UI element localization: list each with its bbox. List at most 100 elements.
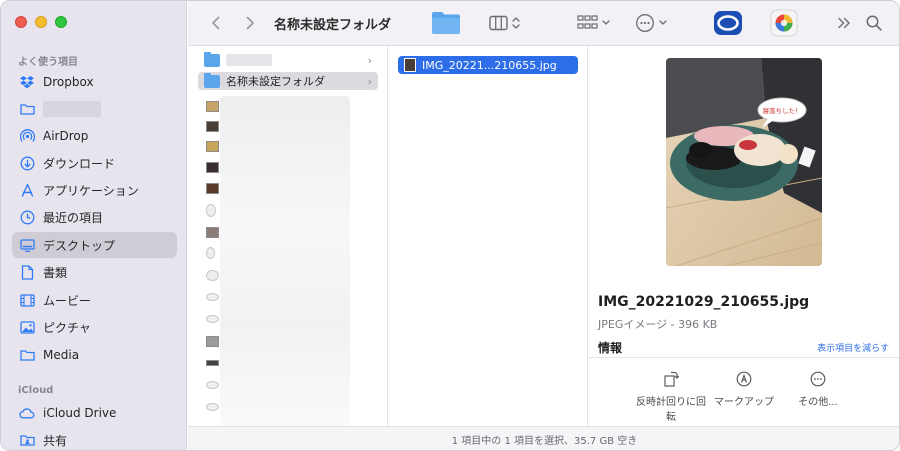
list-item[interactable] (198, 266, 378, 284)
list-item[interactable] (198, 288, 378, 306)
forward-chevron-icon[interactable] (240, 11, 260, 35)
list-item[interactable] (198, 332, 378, 350)
file-thumbnail-icon (206, 226, 219, 238)
file-thumbnail-icon (206, 315, 219, 323)
close-button[interactable] (15, 16, 27, 28)
sidebar-item-media[interactable]: Media (12, 342, 177, 368)
overflow-chevrons-icon[interactable] (834, 11, 854, 35)
list-item-label: IMG_20221...210655.jpg (422, 58, 557, 72)
sidebar-item-label: Dropbox (43, 75, 94, 89)
search-icon[interactable] (864, 11, 884, 35)
app-extension-icon[interactable] (712, 11, 744, 35)
info-header: 情報 (598, 341, 623, 355)
sidebar-item-label: iCloud Drive (43, 406, 117, 420)
toolbar: 名称未設定フォルダ (188, 1, 899, 46)
sidebar-item-shared[interactable]: 共有 (12, 427, 177, 450)
sidebar-item-desktop[interactable]: デスクトップ (12, 232, 177, 258)
folder-icon (204, 72, 220, 88)
preview-file-meta: JPEGイメージ - 396 KB (598, 318, 718, 331)
list-item[interactable] (198, 117, 378, 135)
sidebar-item-label: ピクチャ (43, 320, 91, 335)
rotate-left-icon (663, 371, 679, 387)
favorites-header: よく使う項目 (18, 57, 78, 68)
divider (588, 357, 899, 358)
show-less-link[interactable]: 表示項目を減らす (817, 341, 889, 354)
photo-icon (19, 319, 35, 335)
list-item[interactable] (198, 310, 378, 328)
chevron-right-icon: › (367, 53, 372, 67)
file-thumbnail-icon (206, 203, 216, 217)
sidebar-item-airdrop[interactable]: AirDrop (12, 123, 177, 149)
icloud-header: iCloud (18, 385, 54, 396)
list-item[interactable] (198, 179, 378, 197)
dropbox-icon (19, 74, 35, 90)
sidebar-item-dropbox[interactable]: Dropbox (12, 69, 177, 95)
list-item[interactable] (198, 398, 378, 416)
list-item[interactable] (198, 244, 378, 262)
rotate-left-button[interactable]: 反時計回りに回転 (636, 371, 706, 423)
folder-proxy-icon[interactable] (430, 11, 462, 35)
preview-pane: 寝落ちした！ IMG_20221029_210655.jpg JPEGイメージ … (588, 46, 899, 426)
sidebar-item-applications[interactable]: アプリケーション (12, 177, 177, 203)
sidebar-item-documents[interactable]: 書類 (12, 259, 177, 285)
sidebar-item-label: 書類 (43, 265, 68, 280)
sidebar-item-icloud-drive[interactable]: iCloud Drive (12, 400, 177, 426)
window-title: 名称未設定フォルダ (274, 18, 392, 33)
action-more-icon[interactable] (634, 11, 672, 35)
markup-button[interactable]: マークアップ (709, 371, 779, 408)
sidebar-item-label: アプリケーション (43, 183, 139, 198)
status-bar: 1 項目中の 1 項目を選択、35.7 GB 空き (188, 426, 899, 450)
color-app-icon[interactable] (768, 9, 800, 37)
sidebar-item-pictures[interactable]: ピクチャ (12, 314, 177, 340)
list-item-label: 名称未設定フォルダ (226, 75, 325, 88)
desktop-icon (19, 237, 35, 253)
list-item-redacted-folder[interactable]: › (198, 51, 378, 69)
group-grid-icon[interactable] (576, 11, 614, 35)
clock-icon (19, 209, 35, 225)
list-item[interactable] (198, 97, 378, 115)
sidebar-item-label: Media (43, 348, 80, 362)
sidebar-item-downloads[interactable]: ダウンロード (12, 150, 177, 176)
document-icon (19, 264, 35, 280)
sidebar-item-label: デスクトップ (43, 238, 116, 253)
file-thumbnail-icon (206, 381, 219, 389)
minimize-button[interactable] (35, 16, 47, 28)
download-icon (19, 155, 35, 171)
list-item[interactable] (198, 201, 378, 219)
shared-folder-icon (19, 432, 35, 448)
window-controls (15, 16, 67, 28)
redacted-label (226, 54, 272, 66)
action-label: 反時計回りに回転 (636, 397, 706, 423)
sidebar-item-recents[interactable]: 最近の項目 (12, 204, 177, 230)
sidebar: よく使う項目 Dropbox AirDrop ダウンロード アプリケーション 最… (1, 1, 187, 450)
list-item[interactable] (198, 223, 378, 241)
file-thumbnail-icon (206, 140, 219, 152)
list-item[interactable] (198, 354, 378, 372)
folder-icon (19, 101, 35, 117)
status-text: 1 項目中の 1 項目を選択、35.7 GB 空き (451, 436, 638, 447)
chevron-right-icon: › (367, 74, 372, 88)
markup-icon (736, 371, 752, 387)
file-thumbnail-icon (206, 182, 219, 194)
list-item-untitled-folder[interactable]: 名称未設定フォルダ › (198, 72, 378, 90)
more-button[interactable]: その他... (783, 371, 853, 408)
zoom-button[interactable] (55, 16, 67, 28)
back-chevron-icon[interactable] (206, 11, 226, 35)
sidebar-item-label: 最近の項目 (43, 210, 104, 225)
list-item-selected-file[interactable]: IMG_20221...210655.jpg (398, 56, 578, 74)
airdrop-icon (19, 128, 35, 144)
view-columns-icon[interactable] (488, 11, 524, 35)
file-thumbnail-icon (206, 269, 219, 281)
sidebar-item-label: 共有 (43, 433, 68, 448)
sidebar-item-redacted-folder[interactable] (12, 96, 177, 122)
file-thumbnail-icon (206, 360, 219, 366)
preview-image: 寝落ちした！ (666, 58, 822, 266)
sidebar-item-movies[interactable]: ムービー (12, 287, 177, 313)
list-item[interactable] (198, 137, 378, 155)
file-thumbnail-icon (206, 293, 219, 301)
file-thumbnail-icon (404, 58, 416, 72)
finder-window: よく使う項目 Dropbox AirDrop ダウンロード アプリケーション 最… (0, 0, 900, 451)
list-item[interactable] (198, 158, 378, 176)
list-item[interactable] (198, 376, 378, 394)
folder-icon (204, 51, 220, 67)
